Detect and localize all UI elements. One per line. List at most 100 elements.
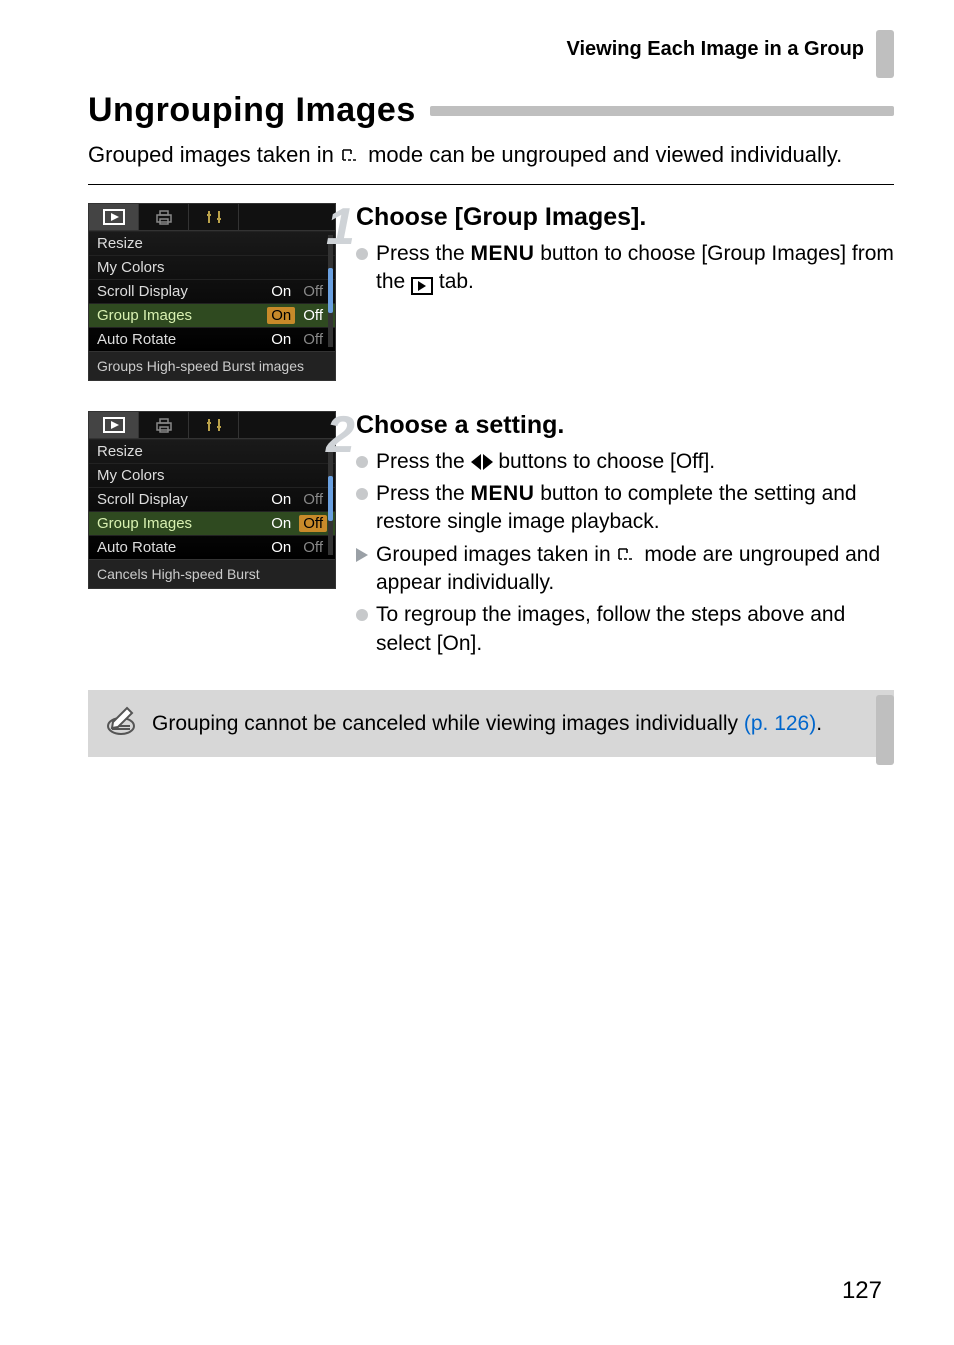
bullet-body: To regroup the images, follow the steps … [376, 601, 894, 658]
intro-text-1: Grouped images taken in [88, 142, 340, 167]
lcd-row-label: Scroll Display [97, 491, 267, 508]
lcd-row-values: OnOff [267, 331, 327, 348]
thumb-index-tab [876, 30, 894, 78]
lcd-menu-row: Scroll DisplayOnOff [89, 279, 335, 303]
step-bullet: To regroup the images, follow the steps … [356, 601, 894, 658]
lcd-row-values: OnOff [267, 491, 327, 508]
burst-mode-icon [616, 543, 638, 566]
bullet-text-fragment: Press the [376, 450, 471, 473]
bullet-body: Press the buttons to choose [Off]. [376, 448, 715, 476]
lcd-tab-playback [89, 204, 139, 230]
bullet-text-fragment: To regroup the images, follow the steps … [376, 603, 845, 654]
note-tail: . [816, 712, 822, 735]
page-title: Ungrouping Images [88, 91, 416, 130]
lcd-value-segment: On [267, 539, 295, 556]
bullet-dot-icon [356, 248, 368, 260]
lcd-row-label: My Colors [97, 467, 327, 484]
lcd-tabs [89, 412, 335, 439]
bullet-body: Grouped images taken in mode are ungroup… [376, 541, 894, 598]
lcd-row-values: OnOff [267, 307, 327, 324]
lcd-menu-row: My Colors [89, 463, 335, 487]
lcd-screenshot: ResizeMy ColorsScroll DisplayOnOffGroup … [88, 411, 336, 589]
bullet-text-fragment: Press the [376, 482, 471, 505]
step-image-col: ResizeMy ColorsScroll DisplayOnOffGroup … [88, 411, 336, 589]
lcd-row-label: Auto Rotate [97, 331, 267, 348]
step-text-col: 2Choose a setting.Press the buttons to c… [356, 411, 894, 662]
lcd-screenshot: ResizeMy ColorsScroll DisplayOnOffGroup … [88, 203, 336, 381]
lcd-body: ResizeMy ColorsScroll DisplayOnOffGroup … [89, 439, 335, 559]
bullet-body: Press the MENU button to choose [Group I… [376, 240, 894, 297]
lcd-value-segment: On [267, 307, 295, 324]
step-bullet: Press the buttons to choose [Off]. [356, 448, 894, 476]
lcd-row-label: Group Images [97, 307, 267, 324]
heading-row: Ungrouping Images [88, 91, 894, 130]
lcd-menu-row: Auto RotateOnOff [89, 327, 335, 351]
step-text-col: 1Choose [Group Images].Press the MENU bu… [356, 203, 894, 301]
running-header: Viewing Each Image in a Group [88, 38, 894, 61]
lcd-value-segment: Off [299, 331, 327, 348]
lcd-footer: Cancels High-speed Burst [89, 559, 335, 588]
lcd-row-values: OnOff [267, 515, 327, 532]
page: Viewing Each Image in a Group Ungrouping… [0, 0, 954, 1345]
step-bullet: Grouped images taken in mode are ungroup… [356, 541, 894, 598]
page-number: 127 [842, 1277, 882, 1305]
lcd-footer: Groups High-speed Burst images [89, 351, 335, 380]
step-number: 2 [326, 405, 355, 465]
lcd-value-segment: On [267, 331, 295, 348]
step-number: 1 [326, 197, 355, 257]
lcd-body: ResizeMy ColorsScroll DisplayOnOffGroup … [89, 231, 335, 351]
lcd-tab-print [139, 204, 189, 230]
lcd-row-label: Scroll Display [97, 283, 267, 300]
bullet-text-fragment: tab. [433, 270, 474, 293]
lcd-scroll-thumb [328, 268, 333, 313]
step: ResizeMy ColorsScroll DisplayOnOffGroup … [88, 411, 894, 662]
lcd-tab-print [139, 412, 189, 438]
step: ResizeMy ColorsScroll DisplayOnOffGroup … [88, 203, 894, 381]
bullet-body: Press the MENU button to complete the se… [376, 480, 894, 537]
lcd-scroll-thumb [328, 476, 333, 521]
lcd-menu-row: My Colors [89, 255, 335, 279]
lcd-value-segment: On [267, 283, 295, 300]
page-ref-link[interactable]: (p. 126) [744, 712, 816, 735]
step-bullets: Press the buttons to choose [Off].Press … [356, 448, 894, 658]
note-box: Grouping cannot be canceled while viewin… [88, 690, 894, 757]
step-bullet: Press the MENU button to choose [Group I… [356, 240, 894, 297]
lcd-tab-tools [189, 412, 239, 438]
lcd-row-label: My Colors [97, 259, 327, 276]
lcd-menu-row: Group ImagesOnOff [89, 511, 335, 535]
lcd-row-label: Auto Rotate [97, 539, 267, 556]
divider [88, 184, 894, 185]
lcd-row-values: OnOff [267, 539, 327, 556]
lcd-menu-row: Auto RotateOnOff [89, 535, 335, 559]
bullet-dot-icon [356, 488, 368, 500]
lcd-value-segment: Off [299, 491, 327, 508]
bullet-text-fragment: buttons to choose [Off]. [493, 450, 716, 473]
lcd-value-segment: Off [299, 539, 327, 556]
heading-bar [430, 106, 894, 116]
lcd-value-segment: Off [299, 307, 327, 324]
lcd-menu-row: Resize [89, 439, 335, 463]
steps-container: ResizeMy ColorsScroll DisplayOnOffGroup … [88, 203, 894, 662]
bullet-dot-icon [356, 609, 368, 621]
playback-tab-icon [411, 277, 433, 295]
left-right-arrows-icon [471, 454, 493, 470]
lcd-row-label: Resize [97, 235, 327, 252]
step-title: Choose [Group Images]. [356, 203, 894, 232]
lcd-value-segment: On [267, 515, 295, 532]
note-text: Grouping cannot be canceled while viewin… [152, 712, 822, 736]
menu-button-label: MENU [471, 482, 535, 505]
lcd-value-segment: On [267, 491, 295, 508]
intro-paragraph: Grouped images taken in mode can be ungr… [88, 140, 894, 170]
lcd-value-segment: Off [299, 283, 327, 300]
result-arrow-icon [356, 548, 368, 562]
step-title: Choose a setting. [356, 411, 894, 440]
bullet-dot-icon [356, 456, 368, 468]
note-pencil-icon [104, 704, 138, 743]
lcd-menu-row: Scroll DisplayOnOff [89, 487, 335, 511]
thumb-index-tab-lower [876, 695, 894, 765]
lcd-tabs [89, 204, 335, 231]
lcd-row-label: Resize [97, 443, 327, 460]
burst-mode-icon [340, 142, 368, 167]
intro-text-2: mode can be ungrouped and viewed individ… [368, 142, 842, 167]
bullet-text-fragment: Press the [376, 242, 471, 265]
